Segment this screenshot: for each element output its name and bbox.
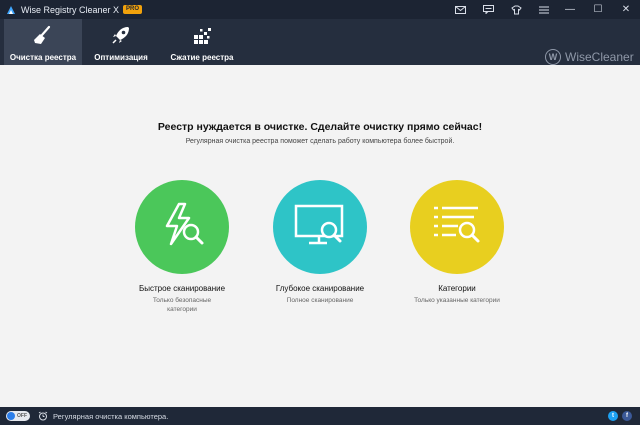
skin-icon[interactable] [502,0,530,19]
scheduled-clean-toggle[interactable]: OFF [6,411,30,421]
fast-scan-desc-line1: Только безопасные [152,297,212,304]
window-controls: — ☐ ✕ [556,0,640,19]
monitor-search-icon [293,200,347,255]
fast-scan-button[interactable] [135,180,229,274]
page-headline: Реестр нуждается в очистке. Сделайте очи… [157,121,483,133]
app-logo-icon [4,3,18,17]
twitter-icon[interactable]: t [608,411,618,421]
maximize-button[interactable]: ☐ [584,0,612,19]
social-links: t f [608,411,632,421]
fast-scan-title: Быстрое сканирование [138,284,226,293]
titlebar-icons [446,0,558,19]
menu-icon[interactable] [530,0,558,19]
facebook-icon[interactable]: f [622,411,632,421]
toggle-state: OFF [17,413,27,419]
categories-desc: Только указанные категории [387,296,527,305]
tab-label: Оптимизация [94,53,148,62]
close-button[interactable]: ✕ [612,0,640,19]
deep-scan-desc: Полное сканирование [250,296,390,305]
fast-scan-desc: Только безопасные категории [112,296,252,314]
blocks-icon [191,23,213,47]
minimize-button[interactable]: — [556,0,584,19]
tab-optimization[interactable]: Оптимизация [88,19,154,65]
toolbar: Очистка реестра Оптимизация Сжатие реест… [0,19,640,65]
categories-option[interactable]: Категории Только указанные категории [387,180,527,305]
tab-registry-cleaner[interactable]: Очистка реестра [4,19,82,65]
categories-button[interactable] [410,180,504,274]
categories-title: Категории [438,284,476,293]
fast-scan-option[interactable]: Быстрое сканирование Только безопасные к… [112,180,252,314]
lightning-search-icon [157,200,207,255]
list-search-icon [430,200,484,255]
deep-scan-title: Глубокое сканирование [275,284,365,293]
main-content: Реестр нуждается в очистке. Сделайте очи… [0,65,640,407]
app-title: Wise Registry Cleaner X [21,4,120,15]
app-window: Wise Registry Cleaner X PRO — ☐ ✕ Очистк… [0,0,640,425]
deep-scan-button[interactable] [273,180,367,274]
status-text: Регулярная очистка компьютера. [53,411,169,421]
mail-icon[interactable] [446,0,474,19]
deep-scan-desc-line1: Полное сканирование [286,297,354,304]
brand-mark: W [545,49,561,65]
status-bar: OFF Регулярная очистка компьютера. t f [0,407,640,425]
feedback-icon[interactable] [474,0,502,19]
page-subline: Регулярная очистка реестра поможет сдела… [185,138,455,145]
tab-registry-defrag[interactable]: Сжатие реестра [164,19,240,65]
fast-scan-desc-line2: категории [167,306,197,313]
rocket-icon [110,23,132,47]
broom-icon [32,23,54,47]
toggle-knob [7,412,15,420]
pro-badge: PRO [123,5,143,14]
deep-scan-option[interactable]: Глубокое сканирование Полное сканировани… [250,180,390,305]
title-bar: Wise Registry Cleaner X PRO — ☐ ✕ [0,0,640,19]
wisecleaner-logo: W WiseCleaner [545,49,634,65]
alarm-clock-icon [38,411,48,421]
tab-label: Очистка реестра [9,53,77,62]
brand-name: WiseCleaner [565,50,634,64]
categories-desc-line1: Только указанные категории [414,297,500,304]
tab-label: Сжатие реестра [170,53,234,62]
